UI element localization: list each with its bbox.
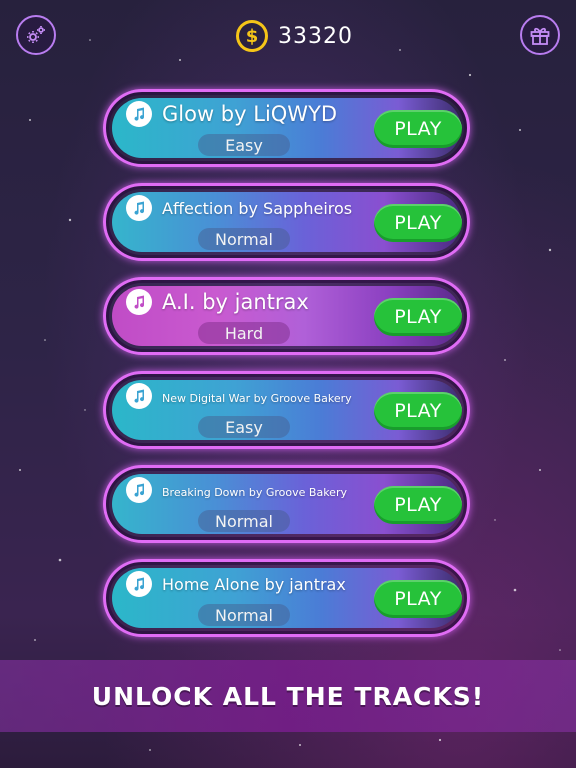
unlock-banner[interactable]: UNLOCK ALL THE TRACKS! [0, 660, 576, 732]
track-difficulty: Hard [198, 322, 290, 344]
track-card[interactable]: A.I. by jantrax Hard PLAY [103, 277, 470, 355]
track-difficulty: Normal [198, 510, 290, 532]
coin-count: 33320 [278, 23, 353, 49]
play-button[interactable]: PLAY [374, 580, 462, 618]
coin-counter: $ 33320 [236, 20, 353, 52]
track-card[interactable]: Affection by Sappheiros Normal PLAY [103, 183, 470, 261]
track-card[interactable]: Breaking Down by Groove Bakery Normal PL… [103, 465, 470, 543]
gift-button[interactable] [520, 15, 560, 55]
top-bar: $ 33320 [0, 0, 576, 80]
gear-icon [27, 26, 45, 43]
track-title: New Digital War by Groove Bakery [162, 392, 352, 405]
music-note-icon [126, 101, 152, 127]
music-note-icon [126, 195, 152, 221]
track-card[interactable]: Glow by LiQWYD Easy PLAY [103, 89, 470, 167]
coin-icon: $ [236, 20, 268, 52]
track-difficulty: Easy [198, 416, 290, 438]
play-button[interactable]: PLAY [374, 204, 462, 242]
track-title: Glow by LiQWYD [162, 102, 338, 126]
track-title: A.I. by jantrax [162, 290, 309, 314]
track-title: Home Alone by jantrax [162, 575, 346, 594]
unlock-banner-label: UNLOCK ALL THE TRACKS! [91, 681, 485, 711]
track-card[interactable]: New Digital War by Groove Bakery Easy PL… [103, 371, 470, 449]
music-note-icon [126, 477, 152, 503]
track-card[interactable]: Home Alone by jantrax Normal PLAY [103, 559, 470, 637]
track-title: Affection by Sappheiros [162, 199, 353, 218]
play-button[interactable]: PLAY [374, 486, 462, 524]
play-button[interactable]: PLAY [374, 298, 462, 336]
coin-symbol: $ [239, 23, 265, 49]
settings-button[interactable] [16, 15, 56, 55]
music-note-icon [126, 383, 152, 409]
music-note-icon [126, 289, 152, 315]
play-button[interactable]: PLAY [374, 110, 462, 148]
music-note-icon [126, 571, 152, 597]
track-difficulty: Normal [198, 228, 290, 250]
gift-icon [530, 27, 550, 45]
track-title: Breaking Down by Groove Bakery [162, 486, 347, 499]
track-difficulty: Easy [198, 134, 290, 156]
track-difficulty: Normal [198, 604, 290, 626]
play-button[interactable]: PLAY [374, 392, 462, 430]
